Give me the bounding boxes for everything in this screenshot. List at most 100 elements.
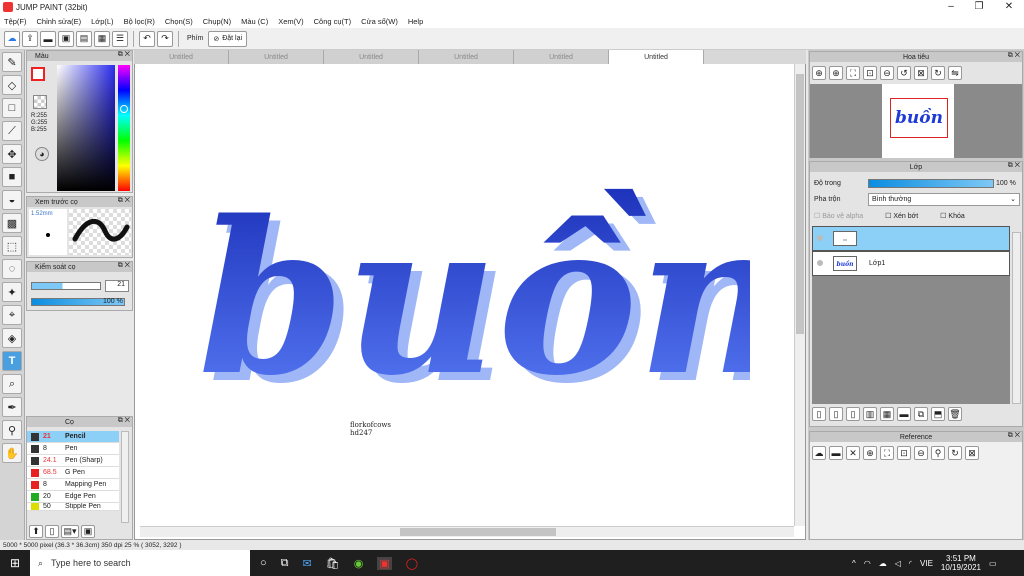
reset-button[interactable]: ⊘ Đặt lại (208, 30, 248, 47)
list-item[interactable]: 20 Edge Pen (27, 491, 119, 503)
menu-file[interactable]: Tệp(F) (4, 17, 27, 26)
brush-list-scrollbar[interactable] (121, 431, 129, 523)
brush-settings-icon[interactable]: ▣ (81, 525, 95, 538)
grid-icon[interactable]: ▦ (94, 30, 110, 47)
close-button[interactable]: ✕ (994, 0, 1024, 14)
wifi-icon[interactable]: ◜ (909, 559, 912, 568)
gradient-tool-icon[interactable]: ▩ (2, 213, 22, 233)
select-rect-tool-icon[interactable]: ⬚ (2, 236, 22, 256)
panel-controls-icon[interactable]: ⧉ ✕ (118, 197, 130, 205)
chevron-up-icon[interactable]: ^ (852, 559, 856, 568)
layers-icon[interactable]: ☰ (112, 30, 128, 47)
halftone-layer-icon[interactable]: ▥ (863, 407, 877, 421)
comment-icon[interactable]: ▬ (40, 30, 56, 47)
move-tool-icon[interactable]: ✥ (2, 144, 22, 164)
rectangle-tool-icon[interactable]: □ (2, 98, 22, 118)
bucket-tool-icon[interactable]: ◒ (2, 190, 22, 210)
cloud-upload-icon[interactable]: ☁ (812, 446, 826, 460)
layer-row-selected[interactable]: ▭ (812, 226, 1010, 251)
menu-layer[interactable]: Lớp(L) (91, 17, 113, 26)
rotate-right-icon[interactable]: ↻ (931, 66, 945, 80)
transparent-color-swatch[interactable] (33, 95, 47, 109)
network-icon[interactable]: ◠ (864, 559, 871, 568)
tab-untitled-active[interactable]: Untitled (609, 50, 704, 64)
maximize-button[interactable]: ❐ (964, 0, 994, 14)
menu-select[interactable]: Chọn(S) (165, 17, 193, 26)
list-item[interactable]: 68.5 G Pen (27, 467, 119, 479)
vertical-scrollbar[interactable] (794, 64, 805, 526)
store-icon[interactable]: 🛍 (326, 557, 340, 570)
foreground-color-swatch[interactable] (31, 67, 45, 81)
language-indicator[interactable]: VIE (920, 559, 933, 568)
fit-window-icon[interactable]: ⛶ (846, 66, 860, 80)
task-view-icon[interactable]: ⧉ (281, 557, 289, 570)
text-tool-icon[interactable]: T (2, 351, 22, 371)
actual-size-icon[interactable]: ⊡ (863, 66, 877, 80)
panel-controls-icon[interactable]: ⧉ ✕ (118, 262, 130, 270)
rotate-left-icon[interactable]: ↺ (897, 66, 911, 80)
panel-controls-icon[interactable]: ⧉ ✕ (118, 417, 130, 425)
taskbar-search-box[interactable]: ⌕ Type here to search (30, 550, 250, 576)
navigator-viewport[interactable]: buồn (810, 84, 1022, 158)
brush-size-slider[interactable] (31, 282, 101, 290)
saturation-value-picker[interactable] (57, 65, 115, 191)
merge-layer-icon[interactable]: ⬒ (931, 407, 945, 421)
mail-icon[interactable]: ✉ (303, 557, 312, 570)
close-reference-icon[interactable]: ✕ (846, 446, 860, 460)
screentone-layer-icon[interactable]: ▦ (880, 407, 894, 421)
lasso-tool-icon[interactable]: ◌ (2, 259, 22, 279)
hue-slider[interactable] (118, 65, 130, 191)
select-pen-tool-icon[interactable]: ⌖ (2, 305, 22, 325)
list-item[interactable]: 50 Stipple Pen (27, 503, 119, 511)
undo-icon[interactable]: ↶ (139, 30, 155, 47)
list-item[interactable]: 8 Pen (27, 443, 119, 455)
fill-rect-tool-icon[interactable]: ■ (2, 167, 22, 187)
menu-color[interactable]: Màu (C) (241, 17, 268, 26)
rotate-icon[interactable]: ↻ (948, 446, 962, 460)
clipping-checkbox[interactable]: ☐ Xén bớt (885, 212, 918, 220)
copy-brush-icon[interactable]: ▤▾ (61, 525, 79, 538)
panel-controls-icon[interactable]: ⧉ ✕ (1008, 432, 1020, 440)
zoom-out-icon[interactable]: ⊖ (880, 66, 894, 80)
cortana-icon[interactable]: ○ (260, 557, 267, 570)
select-eraser-tool-icon[interactable]: ◈ (2, 328, 22, 348)
duplicate-layer-icon[interactable]: ⧉ (914, 407, 928, 421)
tab-untitled-2[interactable]: Untitled (229, 50, 324, 64)
menu-capture[interactable]: Chụp(N) (203, 17, 231, 26)
flip-icon[interactable]: ⇋ (948, 66, 962, 80)
menu-help[interactable]: Help (408, 17, 423, 26)
tab-untitled-5[interactable]: Untitled (514, 50, 609, 64)
add-brush-icon[interactable]: ⬆ (29, 525, 43, 538)
layer-visibility-icon[interactable] (817, 260, 823, 266)
minimize-button[interactable]: – (936, 0, 966, 14)
fit-window-icon[interactable]: ⛶ (880, 446, 894, 460)
zoom-out-icon[interactable]: ⊖ (914, 446, 928, 460)
volume-icon[interactable]: ◁ (895, 559, 901, 568)
horizontal-scrollbar[interactable] (140, 526, 794, 537)
panel-controls-icon[interactable]: ⧉ ✕ (1008, 162, 1020, 170)
tab-untitled-1[interactable]: Untitled (134, 50, 229, 64)
lock-checkbox[interactable]: ☐ Khóa (940, 212, 965, 220)
horizontal-scroll-thumb[interactable] (400, 528, 556, 536)
hand-tool-icon[interactable]: ✋ (2, 443, 22, 463)
brush-size-input[interactable]: 21 (105, 280, 129, 292)
eyedropper-tool-icon[interactable]: ⚲ (2, 420, 22, 440)
brush-tool-icon[interactable]: ✎ (2, 52, 22, 72)
delete-layer-icon[interactable]: 🗑 (948, 407, 962, 421)
layer-list-scrollbar[interactable] (1012, 232, 1021, 404)
vertical-scroll-thumb[interactable] (796, 74, 804, 334)
cloud-tray-icon[interactable]: ☁ (879, 559, 887, 568)
menu-window[interactable]: Cửa sổ(W) (361, 17, 398, 26)
new-layer-icon[interactable]: ▯ (812, 407, 826, 421)
eyedropper-icon[interactable]: ⚲ (931, 446, 945, 460)
reset-view-icon[interactable]: ⊠ (965, 446, 979, 460)
windows-start-icon[interactable]: ⊞ (0, 550, 30, 576)
magic-wand-tool-icon[interactable]: ✦ (2, 282, 22, 302)
app-green-icon[interactable]: ◉ (354, 557, 364, 570)
blend-mode-select[interactable]: Bình thường ⌄ (868, 193, 1020, 206)
page-icon[interactable]: ▤ (76, 30, 92, 47)
jump-paint-taskbar-icon[interactable]: ▣ (377, 556, 392, 570)
folder-icon[interactable]: ▬ (897, 407, 911, 421)
new-1bit-layer-icon[interactable]: ▯ (846, 407, 860, 421)
protect-alpha-checkbox[interactable]: ☐ Bảo vệ alpha (814, 212, 863, 220)
